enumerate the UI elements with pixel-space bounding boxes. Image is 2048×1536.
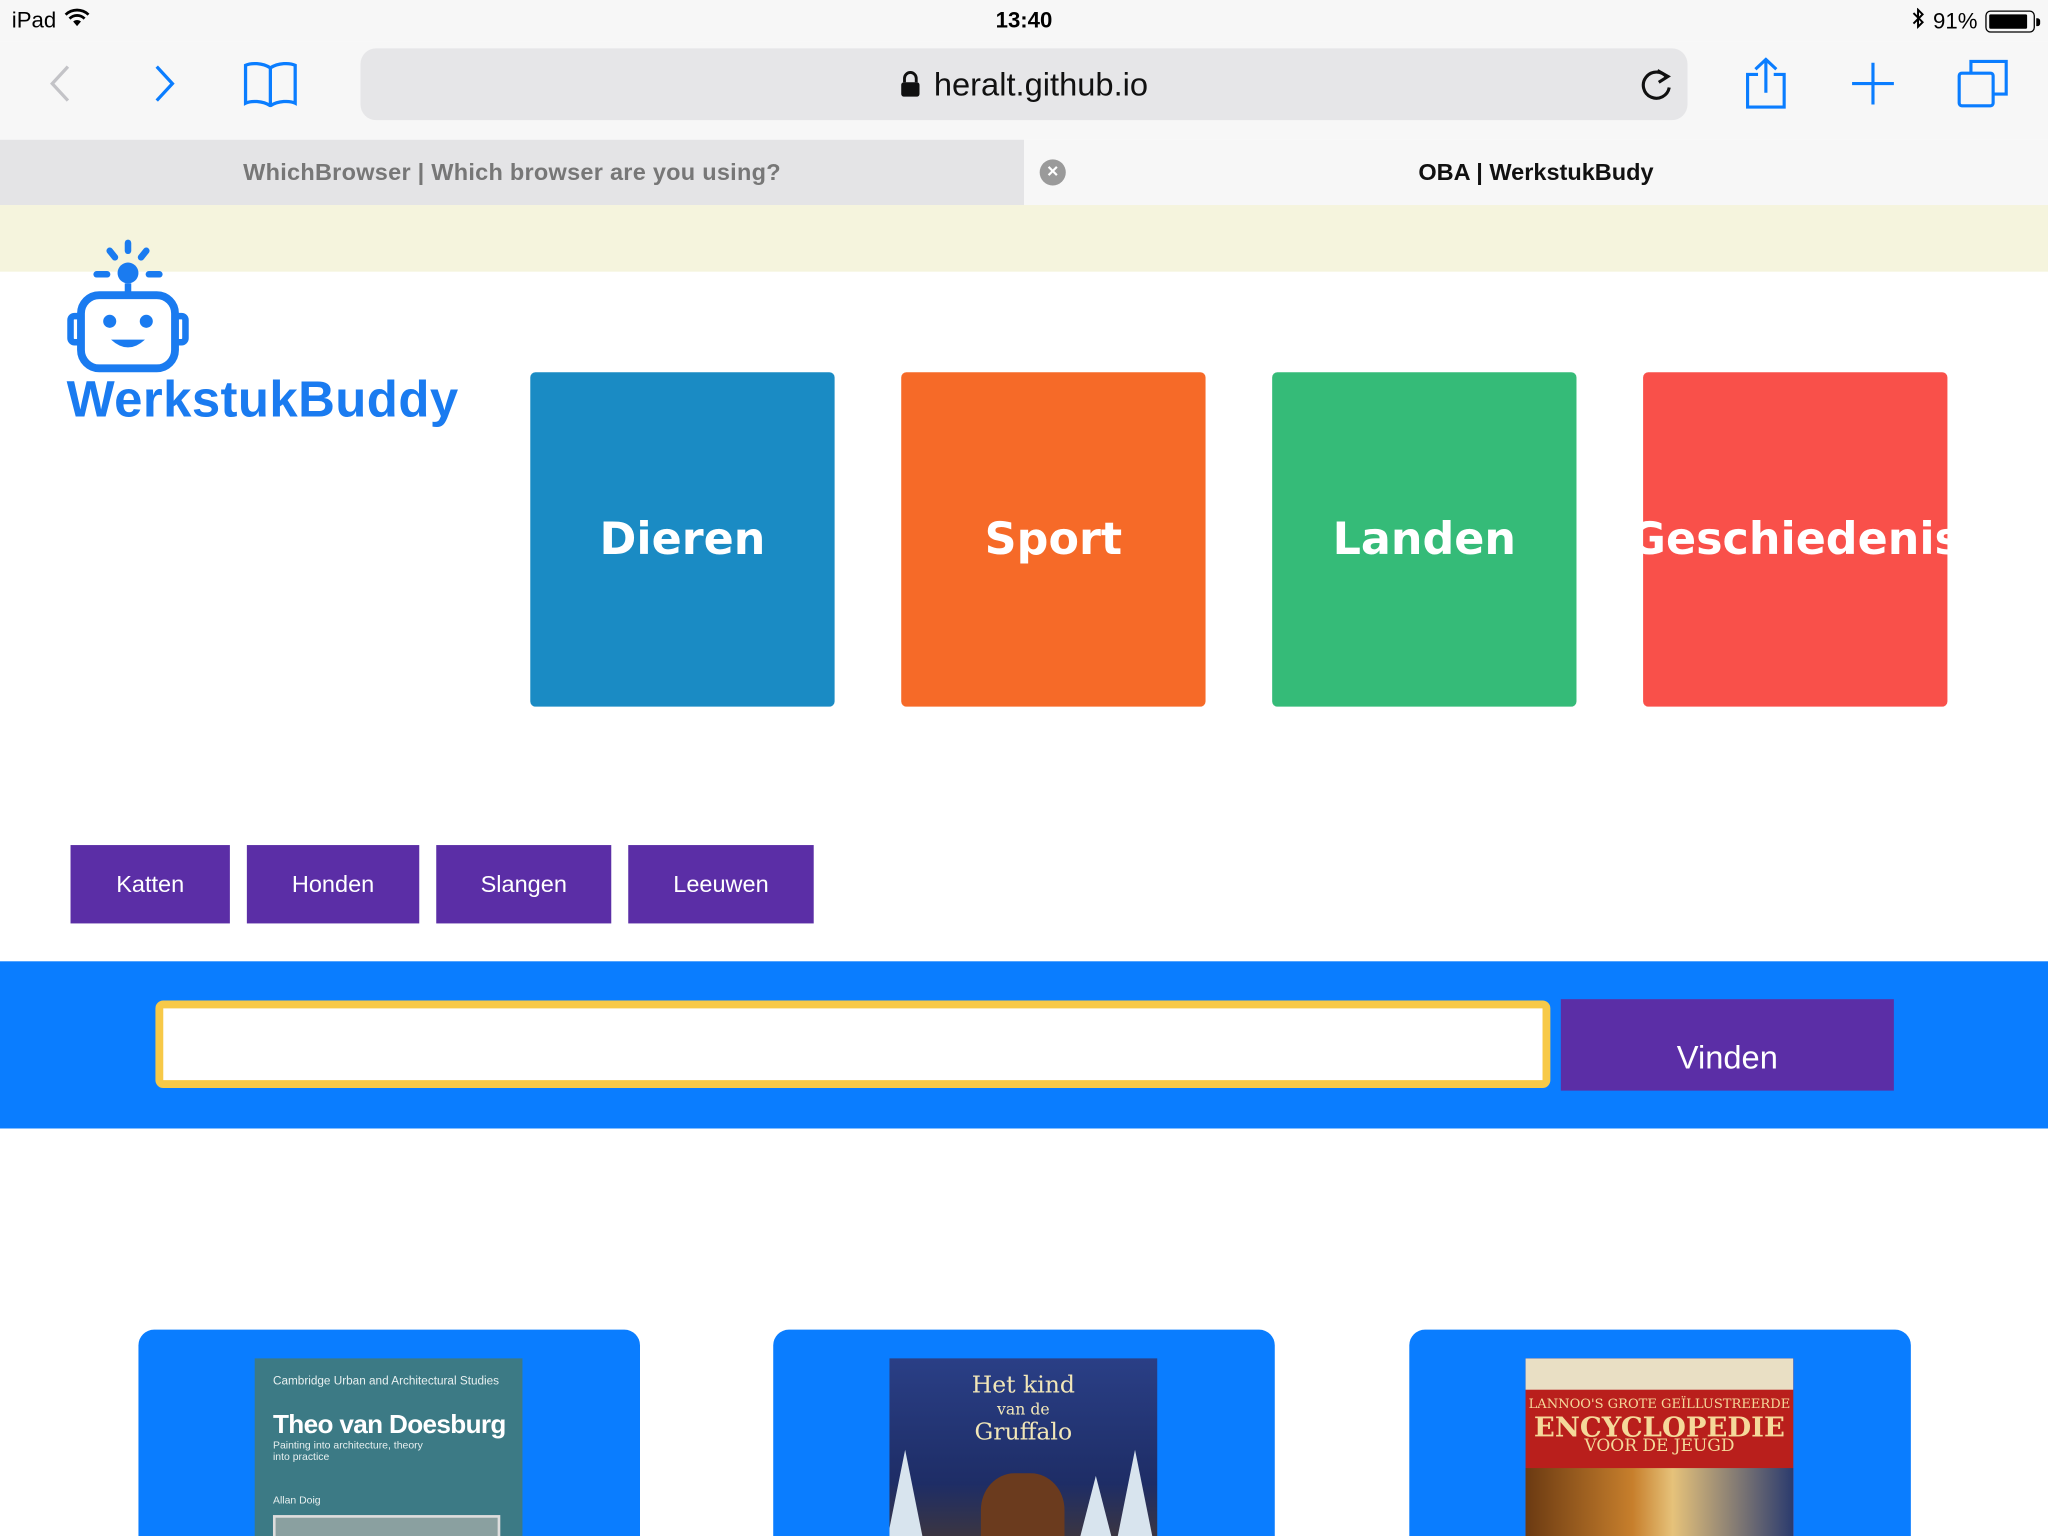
browser-toolbar: heralt.github.io (0, 41, 2048, 140)
forward-icon[interactable] (136, 55, 193, 112)
site-logo-text[interactable]: WerkstukBuddy (67, 372, 459, 429)
share-icon[interactable] (1737, 55, 1794, 112)
book-cover[interactable]: Cambridge Urban and Architectural Studie… (254, 1358, 523, 1536)
address-bar[interactable]: heralt.github.io (360, 48, 1688, 121)
tab-title: WhichBrowser | Which browser are you usi… (243, 159, 781, 186)
search-button[interactable]: Vinden (1560, 999, 1894, 1091)
category-label: Geschiedenis (1629, 513, 1961, 566)
bluetooth-icon (1912, 7, 1925, 35)
category-sport[interactable]: Sport (901, 372, 1206, 707)
book-card[interactable]: Het kind van de Gruffalo (773, 1329, 1275, 1536)
new-tab-icon[interactable] (1844, 55, 1901, 112)
category-label: Landen (1332, 513, 1517, 566)
tab-close-icon[interactable]: × (1039, 159, 1066, 186)
page-banner (0, 205, 2048, 272)
book-card[interactable]: Cambridge Urban and Architectural Studie… (138, 1329, 640, 1536)
status-bar: iPad 13:40 91% (0, 0, 2048, 42)
reload-icon[interactable] (1627, 56, 1684, 113)
tab-whichbrowser[interactable]: WhichBrowser | Which browser are you usi… (0, 139, 1024, 206)
subtopic-honden-button[interactable]: Honden (246, 845, 420, 924)
book-subtitle: Painting into architecture, theory into … (272, 1439, 423, 1463)
book-card[interactable]: LANNOO'S GROTE GEÏLLUSTREERDE ENCYCLOPED… (1409, 1329, 1911, 1536)
tree-illustration (889, 1449, 929, 1536)
url-text: heralt.github.io (933, 66, 1149, 104)
search-input[interactable] (155, 1000, 1551, 1088)
book-author: Allan Doig (272, 1494, 321, 1506)
category-label: Dieren (599, 513, 766, 566)
clock: 13:40 (995, 7, 1053, 33)
robot-logo-icon[interactable] (63, 235, 199, 383)
back-icon[interactable] (31, 55, 88, 112)
book-cover[interactable]: Het kind van de Gruffalo (889, 1358, 1158, 1536)
tab-werkstukbuddy[interactable]: × OBA | WerkstukBudy (1023, 139, 2048, 206)
gruffalo-illustration (980, 1473, 1065, 1536)
bookmarks-icon[interactable] (242, 55, 299, 112)
battery-level (1989, 14, 2028, 29)
lock-icon (900, 69, 921, 107)
subtopic-katten-button[interactable]: Katten (70, 845, 230, 924)
tab-bar: WhichBrowser | Which browser are you usi… (0, 139, 2048, 206)
tree-illustration (1072, 1475, 1120, 1536)
book-title: Het kind van de Gruffalo (971, 1371, 1075, 1446)
book-title: Theo van Doesburg (272, 1410, 506, 1440)
book-subtitle: VOOR DE JEUGD (1584, 1436, 1735, 1457)
category-dieren[interactable]: Dieren (530, 372, 835, 707)
battery-percent: 91% (1933, 8, 1978, 34)
subtopic-leeuwen-button[interactable]: Leeuwen (628, 845, 814, 924)
tab-title: OBA | WerkstukBudy (1418, 159, 1654, 186)
category-landen[interactable]: Landen (1272, 372, 1577, 707)
cover-photo (272, 1515, 501, 1536)
subtopic-slangen-button[interactable]: Slangen (436, 845, 612, 924)
book-cover[interactable]: LANNOO'S GROTE GEÏLLUSTREERDE ENCYCLOPED… (1525, 1358, 1794, 1536)
cover-illustration (1525, 1468, 1794, 1536)
category-label: Sport (984, 513, 1123, 566)
cover-illustration-strip (1525, 1358, 1794, 1390)
tabs-icon[interactable] (1954, 55, 2011, 112)
battery-icon (1985, 10, 2041, 33)
category-geschiedenis[interactable]: Geschiedenis (1630, 372, 1961, 707)
book-series: Cambridge Urban and Architectural Studie… (272, 1374, 500, 1388)
